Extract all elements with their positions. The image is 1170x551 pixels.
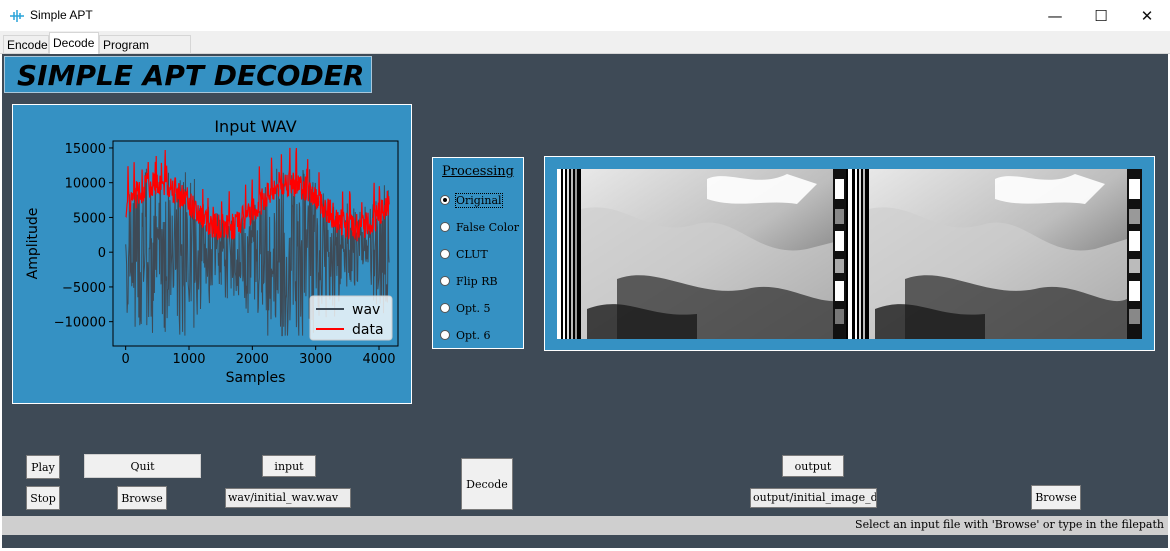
title-bar: Simple APT — ☐ ✕: [0, 0, 1170, 31]
processing-panel: Processing Original False Color CLUT Fli…: [432, 157, 524, 349]
browse-output-button[interactable]: Browse: [1031, 485, 1081, 510]
x-axis-label: Samples: [226, 370, 286, 386]
radio-label: Original: [455, 192, 503, 208]
app-banner: SIMPLE APT DECODER: [4, 56, 372, 93]
minimize-button[interactable]: —: [1032, 0, 1078, 31]
apt-image-icon: [557, 169, 1142, 339]
wav-plot-panel: Input WAV 0 1000 2000 3000 4000 −10000 −5000 0 50…: [12, 104, 412, 404]
stop-button[interactable]: Stop: [26, 486, 60, 510]
x-tick-label: 0: [122, 352, 130, 367]
tab-decode[interactable]: Decode: [49, 32, 99, 54]
y-tick-label: 15000: [65, 142, 106, 157]
radio-original[interactable]: Original: [440, 191, 503, 209]
radio-dot: [440, 276, 450, 286]
close-icon: ✕: [1140, 6, 1154, 25]
status-text: Select an input file with 'Browse' or ty…: [855, 518, 1164, 531]
decode-panel: SIMPLE APT DECODER Input WAV 0 1000 2000 300…: [2, 54, 1168, 548]
tab-encode[interactable]: Encode: [3, 35, 49, 53]
input-path-field[interactable]: wav/initial_wav.wav: [225, 488, 351, 508]
legend-wav-label: wav: [352, 302, 380, 318]
x-tick-label: 4000: [362, 352, 395, 367]
decoded-image: [557, 169, 1142, 339]
y-tick-label: 10000: [65, 177, 106, 192]
play-button[interactable]: Play: [26, 455, 60, 479]
y-tick-label: −5000: [62, 281, 106, 296]
radio-label: CLUT: [456, 247, 488, 261]
y-tick-label: 5000: [73, 211, 106, 226]
window-title: Simple APT: [30, 8, 93, 22]
minimize-icon: —: [1047, 6, 1063, 25]
tab-bar: Encode Decode Program Output: [0, 31, 1170, 70]
radio-dot: [440, 222, 450, 232]
wav-chart: Input WAV 0 1000 2000 3000 4000 −10000 −5000 0 50…: [25, 117, 399, 386]
radio-dot: [440, 249, 450, 259]
radio-flip-rb[interactable]: Flip RB: [440, 272, 498, 290]
input-label: input: [262, 455, 316, 477]
y-axis-label: Amplitude: [25, 208, 41, 280]
banner-title: SIMPLE APT DECODER: [17, 59, 365, 92]
decode-button[interactable]: Decode: [461, 458, 513, 510]
quit-button[interactable]: Quit: [84, 454, 201, 478]
radio-label: Flip RB: [456, 274, 498, 288]
browse-input-button[interactable]: Browse: [117, 486, 167, 510]
radio-label: Opt. 6: [456, 328, 491, 342]
radio-dot: [440, 195, 450, 205]
radio-opt-5[interactable]: Opt. 5: [440, 299, 490, 317]
radio-dot: [440, 330, 450, 340]
radio-label: Opt. 5: [456, 301, 491, 315]
y-tick-label: −10000: [54, 316, 106, 331]
maximize-icon: ☐: [1094, 6, 1108, 25]
output-label: output: [782, 455, 844, 477]
output-path-field[interactable]: output/initial_image_d: [750, 488, 877, 508]
close-button[interactable]: ✕: [1124, 0, 1170, 31]
tab-program-output[interactable]: Program Output: [99, 35, 191, 70]
chart-title: Input WAV: [214, 117, 296, 136]
legend-data-label: data: [352, 322, 384, 338]
image-preview-panel: [544, 156, 1155, 351]
x-tick-label: 2000: [236, 352, 269, 367]
radio-clut[interactable]: CLUT: [440, 245, 488, 263]
processing-title: Processing: [442, 164, 514, 179]
radio-label: False Color: [456, 220, 520, 234]
status-bar: Select an input file with 'Browse' or ty…: [2, 516, 1168, 535]
radio-dot: [440, 303, 450, 313]
x-tick-label: 3000: [299, 352, 332, 367]
radio-false-color[interactable]: False Color: [440, 218, 519, 236]
y-tick-label: 0: [98, 246, 106, 261]
maximize-button[interactable]: ☐: [1078, 0, 1124, 31]
x-tick-label: 1000: [172, 352, 205, 367]
radio-opt-6[interactable]: Opt. 6: [440, 326, 490, 344]
app-waveform-icon: [10, 10, 24, 22]
